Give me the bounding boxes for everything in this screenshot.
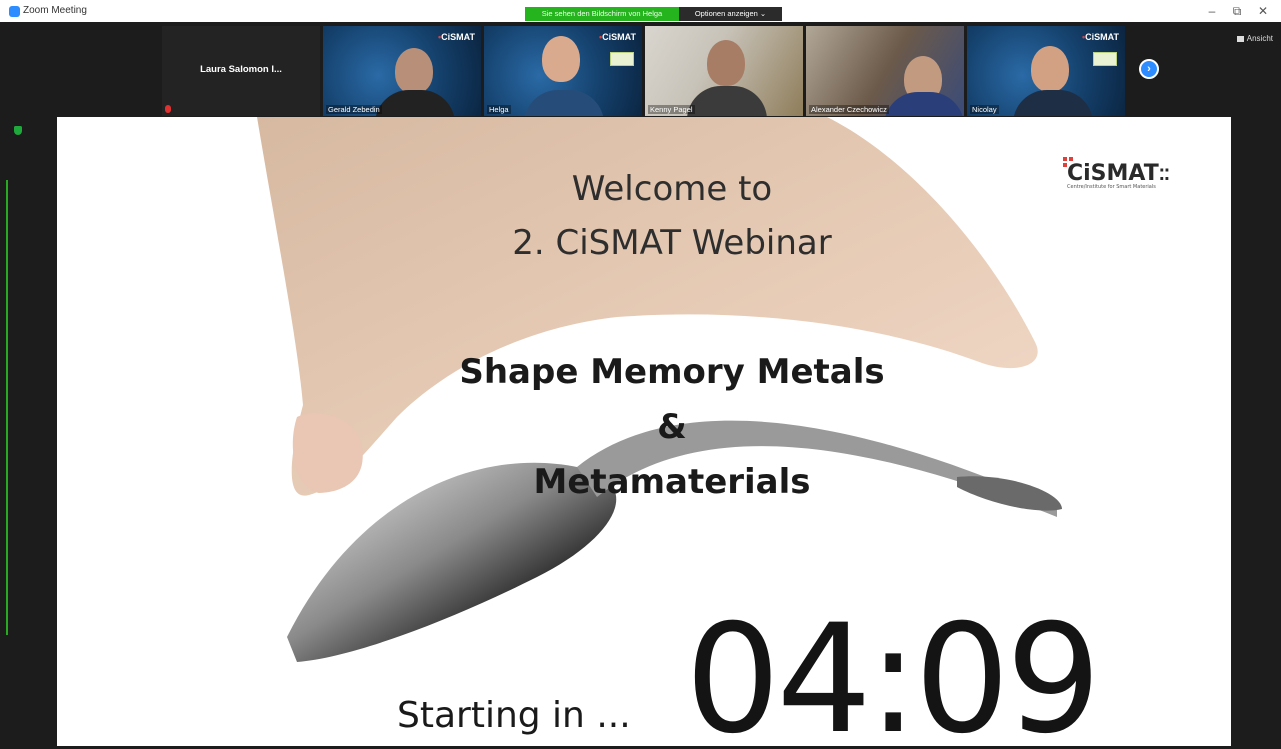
logo-dots: [1063, 157, 1073, 167]
logo-badge: [1093, 52, 1117, 66]
participant-name: Kenny Pagel: [648, 105, 695, 114]
view-options-button[interactable]: Optionen anzeigen ⌄: [679, 7, 782, 21]
cismat-logo: •CiSMAT: [599, 32, 636, 42]
logo-text: CiSMAT: [1067, 161, 1159, 186]
participant-tile-laura[interactable]: Laura Salomon I...: [162, 26, 320, 116]
zoom-app-icon: [9, 6, 20, 17]
next-participants-button[interactable]: ›: [1139, 59, 1159, 79]
starting-label: Starting in ...: [397, 695, 631, 736]
title-bar: Zoom Meeting Sie sehen den Bildschirm vo…: [0, 0, 1281, 22]
countdown-timer: 04:09: [685, 593, 1101, 746]
logo-badge: [610, 52, 634, 66]
restore-button[interactable]: ⧉: [1230, 4, 1244, 19]
participant-name: Laura Salomon I...: [200, 64, 282, 75]
cismat-slide-logo: CiSMAT⁚⁚ Centre/Institute for Smart Mate…: [1063, 157, 1170, 190]
muted-mic-icon: [165, 105, 171, 113]
grid-icon: [1236, 35, 1244, 42]
minimize-button[interactable]: –: [1205, 4, 1219, 18]
cismat-logo: •CiSMAT: [438, 32, 475, 42]
participant-name: Helga: [487, 105, 511, 114]
close-button[interactable]: ✕: [1256, 4, 1270, 18]
logo-subtext: Centre/Institute for Smart Materials: [1067, 184, 1156, 190]
participant-tile-nicolay[interactable]: •CiSMAT Nicolay: [967, 26, 1125, 116]
participant-name: Nicolay: [970, 105, 999, 114]
welcome-line-1: Welcome to: [571, 169, 773, 209]
view-label: Ansicht: [1246, 34, 1273, 43]
participant-video: [542, 36, 580, 82]
participant-tile-alexander[interactable]: Alexander Czechowicz: [806, 26, 964, 116]
security-shield-icon[interactable]: [14, 126, 22, 135]
participant-name: Alexander Czechowicz: [809, 105, 889, 114]
window-title: Zoom Meeting: [23, 5, 87, 16]
view-button[interactable]: Ansicht: [1236, 34, 1273, 43]
participant-tile-gerald[interactable]: •CiSMAT Gerald Zebedin: [323, 26, 481, 116]
participant-video: [707, 40, 745, 86]
screen-share-banner: Sie sehen den Bildschirm von Helga: [525, 7, 679, 21]
title-line-2: &: [657, 407, 687, 447]
title-line-1: Shape Memory Metals: [459, 352, 885, 392]
participant-tile-helga[interactable]: •CiSMAT Helga: [484, 26, 642, 116]
title-line-3: Metamaterials: [533, 462, 811, 502]
participant-video: [1031, 46, 1069, 92]
shared-slide: Welcome to 2. CiSMAT Webinar Shape Memor…: [57, 117, 1231, 746]
participant-name: Gerald Zebedin: [326, 105, 382, 114]
webinar-title: Shape Memory Metals & Metamaterials: [57, 345, 1231, 510]
cismat-logo: •CiSMAT: [1082, 32, 1119, 42]
welcome-heading: Welcome to 2. CiSMAT Webinar: [57, 162, 1231, 270]
participant-tile-kenny[interactable]: Kenny Pagel: [645, 26, 803, 116]
participant-video: [395, 48, 433, 94]
welcome-line-2: 2. CiSMAT Webinar: [512, 223, 832, 263]
share-border: [6, 180, 8, 635]
